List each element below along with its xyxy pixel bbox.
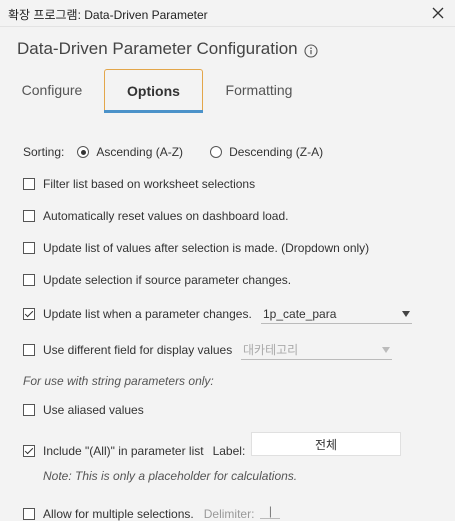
update-on-source-change-checkbox[interactable] bbox=[23, 274, 35, 286]
sort-descending-label[interactable]: Descending (Z-A) bbox=[229, 145, 323, 159]
info-icon[interactable] bbox=[304, 43, 318, 58]
placeholder-note: Note: This is only a placeholder for cal… bbox=[43, 469, 298, 483]
sorting-label: Sorting: bbox=[23, 145, 65, 159]
include-all-checkbox[interactable] bbox=[23, 445, 35, 457]
update-after-selection-label[interactable]: Update list of values after selection is… bbox=[43, 241, 369, 255]
all-label-caption: Label: bbox=[212, 444, 246, 458]
display-field-label[interactable]: Use different field for display values bbox=[43, 343, 232, 357]
auto-reset-checkbox[interactable] bbox=[23, 210, 35, 222]
all-label-input-value: 전체 bbox=[314, 437, 338, 452]
string-params-note: For use with string parameters only: bbox=[23, 374, 214, 388]
include-all-label[interactable]: Include "(All)" in parameter list bbox=[43, 444, 204, 458]
page-title-row: Data-Driven Parameter Configuration bbox=[17, 39, 318, 59]
multiple-selections-label[interactable]: Allow for multiple selections. bbox=[43, 507, 194, 521]
parameter-select-value: 1p_cate_para bbox=[263, 306, 337, 321]
filter-list-checkbox[interactable] bbox=[23, 178, 35, 190]
update-on-source-change-row: Update selection if source parameter cha… bbox=[23, 273, 291, 287]
update-on-param-change-label[interactable]: Update list when a parameter changes. bbox=[43, 307, 252, 321]
tab-bar: Configure Options Formatting bbox=[0, 69, 455, 113]
display-field-select[interactable]: 대카테고리 bbox=[241, 340, 392, 360]
delimiter-input-value: | bbox=[268, 503, 272, 518]
multiple-selections-row: Allow for multiple selections. Delimiter… bbox=[23, 503, 281, 521]
page-title: Data-Driven Parameter Configuration bbox=[17, 39, 298, 58]
delimiter-label: Delimiter: bbox=[203, 507, 255, 521]
sorting-row: Sorting: Ascending (A-Z) Descending (Z-A… bbox=[23, 145, 323, 159]
update-on-param-change-row: Update list when a parameter changes. bbox=[23, 307, 252, 321]
update-on-source-change-label[interactable]: Update selection if source parameter cha… bbox=[43, 273, 291, 287]
tab-configure[interactable]: Configure bbox=[7, 69, 97, 111]
tab-formatting[interactable]: Formatting bbox=[212, 69, 306, 111]
chevron-down-icon bbox=[402, 311, 410, 317]
close-icon[interactable] bbox=[427, 2, 449, 24]
aliased-values-label[interactable]: Use aliased values bbox=[43, 403, 144, 417]
window-title: 확장 프로그램: Data-Driven Parameter bbox=[8, 8, 208, 22]
multiple-selections-checkbox[interactable] bbox=[23, 508, 35, 520]
include-all-row: Include "(All)" in parameter list Label: bbox=[23, 444, 245, 458]
display-field-checkbox[interactable] bbox=[23, 344, 35, 356]
chevron-down-icon bbox=[382, 347, 390, 353]
auto-reset-row: Automatically reset values on dashboard … bbox=[23, 209, 288, 223]
update-after-selection-checkbox[interactable] bbox=[23, 242, 35, 254]
auto-reset-label[interactable]: Automatically reset values on dashboard … bbox=[43, 209, 288, 223]
filter-list-row: Filter list based on worksheet selection… bbox=[23, 177, 255, 191]
aliased-values-row: Use aliased values bbox=[23, 403, 144, 417]
parameter-select[interactable]: 1p_cate_para bbox=[261, 304, 412, 324]
update-after-selection-row: Update list of values after selection is… bbox=[23, 241, 369, 255]
update-on-param-change-checkbox[interactable] bbox=[23, 308, 35, 320]
aliased-values-checkbox[interactable] bbox=[23, 404, 35, 416]
display-field-select-value: 대카테고리 bbox=[243, 343, 299, 357]
filter-list-label[interactable]: Filter list based on worksheet selection… bbox=[43, 177, 255, 191]
sort-ascending-radio[interactable] bbox=[77, 146, 90, 158]
all-label-input[interactable]: 전체 bbox=[251, 432, 401, 456]
window-titlebar: 확장 프로그램: Data-Driven Parameter bbox=[0, 0, 455, 27]
display-field-row: Use different field for display values bbox=[23, 343, 232, 357]
tab-options[interactable]: Options bbox=[104, 69, 203, 113]
sort-ascending-label[interactable]: Ascending (A-Z) bbox=[96, 145, 183, 159]
sort-descending-radio[interactable] bbox=[210, 146, 223, 158]
delimiter-input[interactable]: | bbox=[260, 503, 281, 519]
